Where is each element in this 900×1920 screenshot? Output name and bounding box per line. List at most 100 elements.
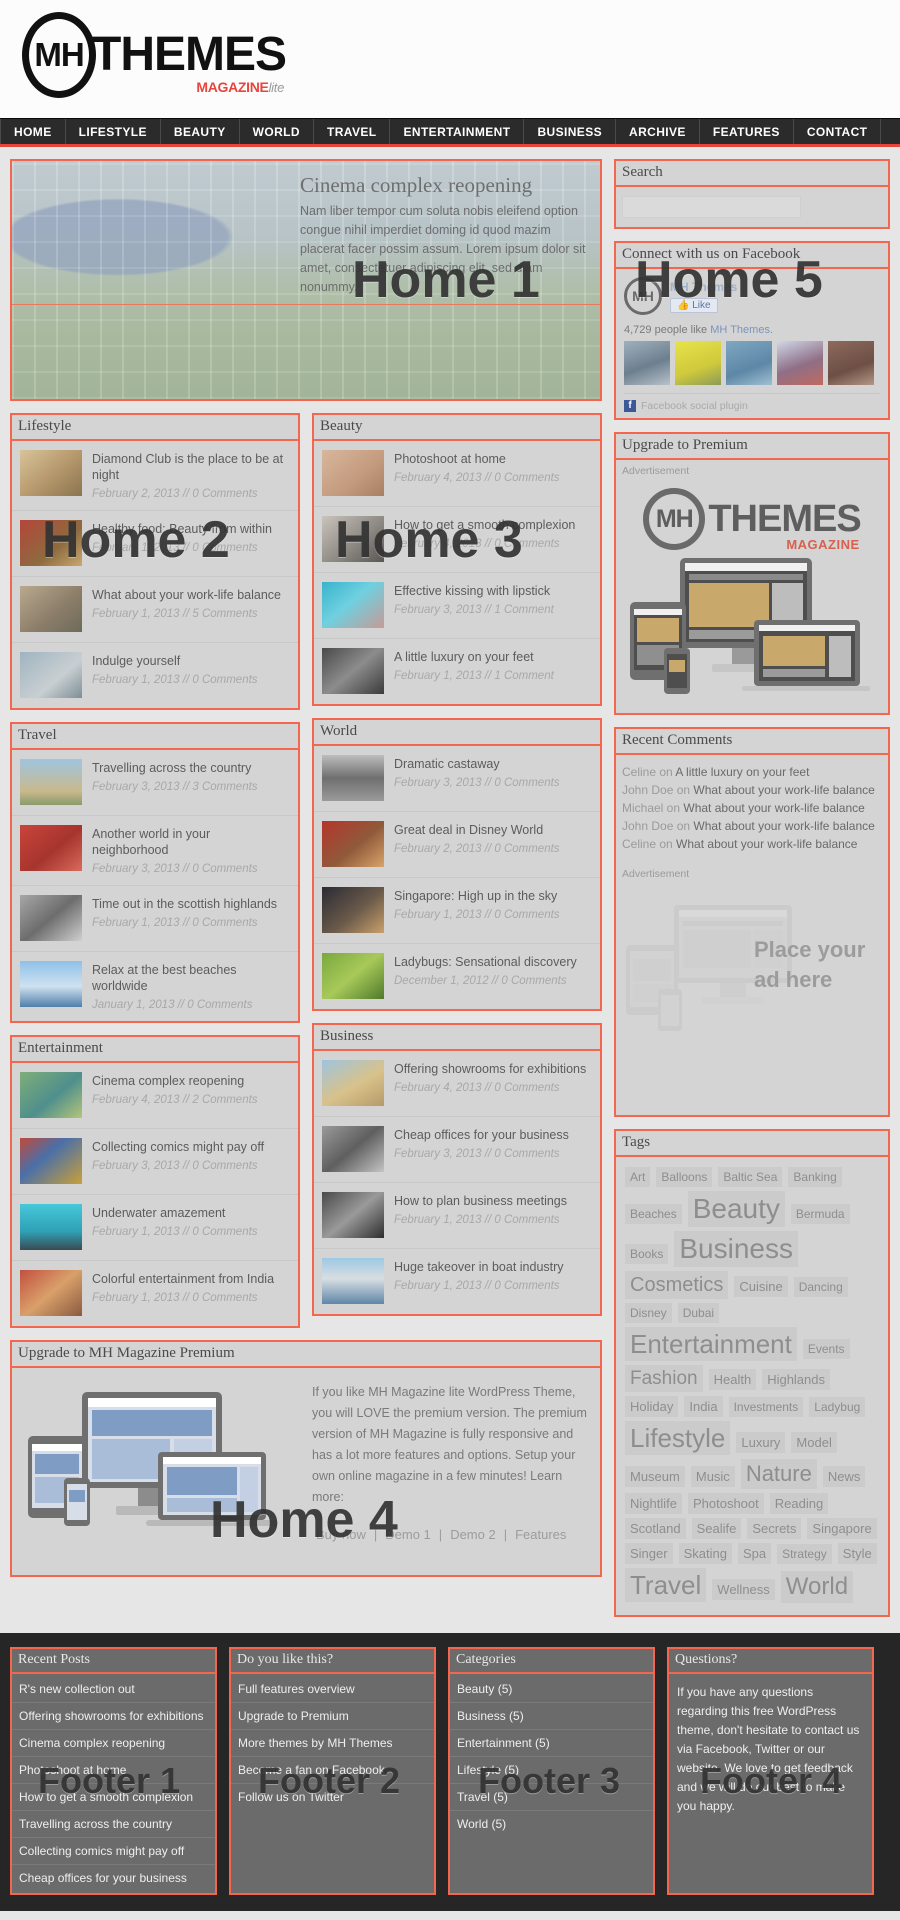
post-item[interactable]: Diamond Club is the place to be at night…	[12, 441, 298, 511]
post-item[interactable]: Another world in your neighborhood Februa…	[12, 816, 298, 886]
tag-balloons[interactable]: Balloons	[656, 1167, 713, 1187]
post-item[interactable]: Offering showrooms for exhibitions Februa…	[314, 1051, 600, 1117]
comment-post-title[interactable]: What about your work-life balance	[693, 819, 874, 833]
tag-bermuda[interactable]: Bermuda	[790, 1204, 850, 1224]
footer-list-item[interactable]: R's new collection out	[12, 1676, 215, 1703]
tag-disney[interactable]: Disney	[625, 1303, 672, 1323]
footer-list-item[interactable]: More themes by MH Themes	[231, 1730, 434, 1757]
post-title[interactable]: Photoshoot at home	[394, 451, 560, 467]
post-item[interactable]: Photoshoot at home February 4, 2013 // 0 …	[314, 441, 600, 507]
post-item[interactable]: Effective kissing with lipstick February …	[314, 573, 600, 639]
tag-skating[interactable]: Skating	[678, 1543, 732, 1564]
tag-lifestyle[interactable]: Lifestyle	[625, 1421, 731, 1455]
tag-wellness[interactable]: Wellness	[712, 1579, 775, 1600]
post-item[interactable]: Indulge yourself February 1, 2013 // 0 Co…	[12, 643, 298, 708]
comment-post-title[interactable]: What about your work-life balance	[683, 801, 864, 815]
tag-strategy[interactable]: Strategy	[777, 1544, 832, 1564]
post-item[interactable]: Colorful entertainment from India Februar…	[12, 1261, 298, 1326]
post-item[interactable]: Singapore: High up in the sky February 1,…	[314, 878, 600, 944]
nav-item-travel[interactable]: TRAVEL	[314, 119, 391, 144]
tag-world[interactable]: World	[780, 1571, 854, 1603]
promo-link-demo-1[interactable]: Demo 1	[385, 1527, 431, 1542]
post-title[interactable]: How to get a smooth complexion	[394, 517, 575, 533]
tag-baltic-sea[interactable]: Baltic Sea	[718, 1167, 783, 1187]
site-logo[interactable]: MH THEMES MAGAZINElite	[22, 12, 287, 98]
tag-beauty[interactable]: Beauty	[687, 1191, 785, 1227]
post-title[interactable]: Underwater amazement	[92, 1205, 258, 1221]
tag-travel[interactable]: Travel	[625, 1568, 707, 1602]
tag-luxury[interactable]: Luxury	[736, 1432, 786, 1453]
footer-list-item[interactable]: Become a fan on Facebook	[231, 1757, 434, 1784]
facebook-like-count-link[interactable]: MH Themes.	[710, 324, 773, 336]
recent-comment-item[interactable]: Michael on What about your work-life bal…	[616, 799, 888, 817]
tag-style[interactable]: Style	[837, 1543, 877, 1564]
tag-spa[interactable]: Spa	[737, 1543, 772, 1564]
post-item[interactable]: Cheap offices for your business February …	[314, 1117, 600, 1183]
search-input[interactable]	[622, 196, 801, 218]
nav-item-business[interactable]: BUSINESS	[524, 119, 617, 144]
nav-item-contact[interactable]: CONTACT	[794, 119, 882, 144]
footer-list-item[interactable]: Upgrade to Premium	[231, 1703, 434, 1730]
comment-post-title[interactable]: A little luxury on your feet	[675, 765, 809, 779]
footer-list-item[interactable]: Travel (5)	[450, 1784, 653, 1811]
post-title[interactable]: Huge takeover in boat industry	[394, 1259, 564, 1275]
post-item[interactable]: Great deal in Disney World February 2, 20…	[314, 812, 600, 878]
nav-item-archive[interactable]: ARCHIVE	[616, 119, 700, 144]
post-title[interactable]: A little luxury on your feet	[394, 649, 554, 665]
tag-singer[interactable]: Singer	[625, 1543, 673, 1564]
nav-item-beauty[interactable]: BEAUTY	[161, 119, 240, 144]
footer-list-item[interactable]: Lifestyle (5)	[450, 1757, 653, 1784]
tag-photoshoot[interactable]: Photoshoot	[687, 1493, 764, 1514]
footer-list-item[interactable]: Collecting comics might pay off	[12, 1838, 215, 1865]
post-title[interactable]: Indulge yourself	[92, 653, 258, 669]
footer-list-item[interactable]: Offering showrooms for exhibitions	[12, 1703, 215, 1730]
tag-model[interactable]: Model	[791, 1432, 837, 1453]
recent-comment-item[interactable]: Celine on A little luxury on your feet	[616, 763, 888, 781]
tag-nightlife[interactable]: Nightlife	[625, 1493, 682, 1514]
advertisement-creative[interactable]: MH THEMES MAGAZINE	[616, 480, 888, 713]
nav-item-lifestyle[interactable]: LIFESTYLE	[66, 119, 161, 144]
post-title[interactable]: Ladybugs: Sensational discovery	[394, 954, 577, 970]
post-title[interactable]: Diamond Club is the place to be at night	[92, 451, 290, 483]
tag-reading[interactable]: Reading	[769, 1493, 829, 1514]
post-title[interactable]: Colorful entertainment from India	[92, 1271, 274, 1287]
post-title[interactable]: Healthy food: Beauty from within	[92, 521, 272, 537]
post-item[interactable]: A little luxury on your feet February 1, …	[314, 639, 600, 704]
post-title[interactable]: Singapore: High up in the sky	[394, 888, 560, 904]
post-item[interactable]: Underwater amazement February 1, 2013 // …	[12, 1195, 298, 1261]
post-item[interactable]: Collecting comics might pay off February …	[12, 1129, 298, 1195]
post-item[interactable]: Dramatic castaway February 3, 2013 // 0 C…	[314, 746, 600, 812]
footer-list-item[interactable]: Cheap offices for your business	[12, 1865, 215, 1891]
post-title[interactable]: How to plan business meetings	[394, 1193, 567, 1209]
tag-singapore[interactable]: Singapore	[807, 1518, 877, 1539]
tag-museum[interactable]: Museum	[625, 1466, 685, 1487]
promo-link-features[interactable]: Features	[515, 1527, 566, 1542]
tag-events[interactable]: Events	[802, 1339, 850, 1359]
post-item[interactable]: How to plan business meetings February 1,…	[314, 1183, 600, 1249]
tag-beaches[interactable]: Beaches	[625, 1204, 682, 1224]
tag-highlands[interactable]: Highlands	[762, 1369, 831, 1390]
tag-cloud[interactable]: Art Balloons Baltic Sea Banking Beaches Beaut…	[616, 1157, 888, 1615]
footer-list-item[interactable]: Full features overview	[231, 1676, 434, 1703]
tag-dubai[interactable]: Dubai	[677, 1303, 720, 1323]
tag-investments[interactable]: Investments	[728, 1397, 804, 1417]
tag-fashion[interactable]: Fashion	[625, 1365, 703, 1392]
main-navigation[interactable]: HOME LIFESTYLE BEAUTY WORLD TRAVEL ENTERTAINM…	[0, 118, 900, 147]
tag-art[interactable]: Art	[625, 1167, 651, 1187]
tag-nature[interactable]: Nature	[740, 1459, 817, 1489]
post-item[interactable]: What about your work-life balance Februar…	[12, 577, 298, 643]
post-item[interactable]: Travelling across the country February 3,…	[12, 750, 298, 816]
post-title[interactable]: Cinema complex reopening	[92, 1073, 258, 1089]
tag-dancing[interactable]: Dancing	[793, 1277, 848, 1297]
nav-item-entertainment[interactable]: ENTERTAINMENT	[390, 119, 525, 144]
post-item[interactable]: Time out in the scottish highlands Februa…	[12, 886, 298, 952]
post-title[interactable]: Time out in the scottish highlands	[92, 896, 277, 912]
tag-secrets[interactable]: Secrets	[747, 1518, 802, 1539]
footer-list-item[interactable]: Entertainment (5)	[450, 1730, 653, 1757]
footer-list-item[interactable]: How to get a smooth complexion	[12, 1784, 215, 1811]
nav-item-world[interactable]: WORLD	[240, 119, 314, 144]
post-title[interactable]: Dramatic castaway	[394, 756, 560, 772]
nav-item-home[interactable]: HOME	[0, 119, 66, 144]
comment-post-title[interactable]: What about your work-life balance	[676, 837, 857, 851]
promo-link-demo-2[interactable]: Demo 2	[450, 1527, 496, 1542]
